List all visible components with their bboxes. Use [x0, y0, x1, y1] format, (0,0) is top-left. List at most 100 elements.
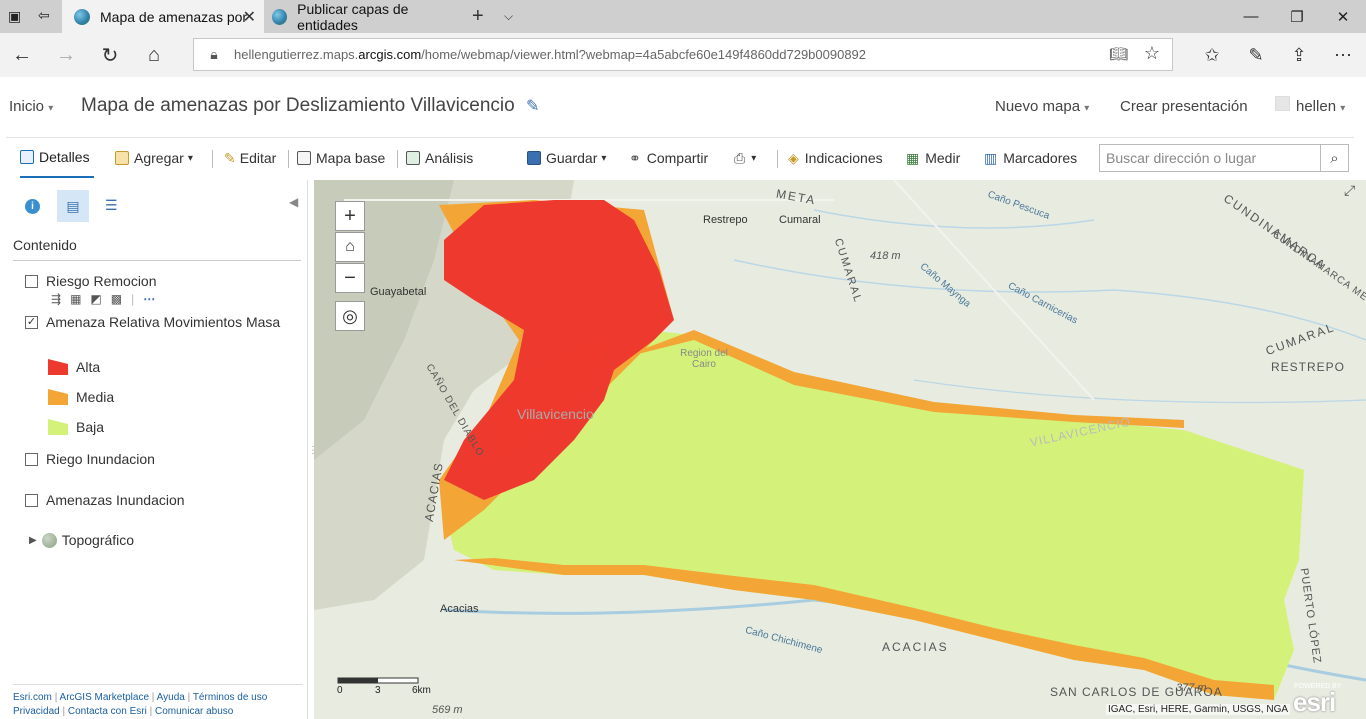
legend-label: Baja	[76, 419, 105, 435]
address-search-input[interactable]: Buscar dirección o lugar	[1099, 144, 1321, 172]
new-tab-icon[interactable]: +	[472, 5, 484, 28]
create-presentation-link[interactable]: Crear presentación	[1120, 98, 1248, 115]
restore-icon[interactable]: ❐	[1274, 0, 1320, 33]
measure-icon: ▦	[906, 149, 920, 166]
share-icon[interactable]: ⇪	[1277, 33, 1321, 77]
new-map-menu[interactable]: Nuevo mapa ▾	[995, 98, 1089, 115]
user-menu[interactable]: hellen ▾	[1296, 98, 1345, 115]
layer-checkbox[interactable]	[25, 274, 38, 288]
change-style-icon[interactable]: ◩	[90, 292, 101, 306]
forward-icon[interactable]: →	[44, 33, 88, 77]
attribute-table-icon[interactable]: ▦	[70, 292, 81, 306]
analysis-layer-icon[interactable]: ▩	[111, 292, 122, 306]
layer-checkbox[interactable]	[25, 493, 38, 507]
close-window-icon[interactable]: ✕	[1320, 0, 1366, 33]
map-label: RESTREPO	[1271, 360, 1346, 374]
browser-tab-strip: ▣ ⇦ Mapa de amenazas por ✕ Publicar capa…	[0, 0, 1366, 33]
legend-swatch-baja	[48, 419, 68, 435]
layer-checkbox[interactable]	[25, 452, 38, 466]
new-map-label: Nuevo mapa	[995, 98, 1081, 115]
map-title: Mapa de amenazas por Deslizamiento Villa…	[81, 95, 539, 117]
locate-icon[interactable]: ◎	[335, 301, 365, 331]
more-options-icon[interactable]: ⋯	[143, 292, 155, 306]
favorite-star-icon[interactable]: ☆	[1144, 43, 1160, 64]
legend-swatch-media	[48, 389, 68, 405]
footer-link[interactable]: Términos de uso	[193, 692, 267, 703]
minimize-icon[interactable]: —	[1228, 0, 1274, 33]
layer-riego-inundacion[interactable]: Riego Inundacion	[25, 451, 155, 467]
share-button[interactable]: ⚭ Compartir	[629, 138, 708, 178]
set-aside-tabs-icon[interactable]: ⇦	[38, 7, 50, 24]
close-tab-icon[interactable]: ✕	[243, 7, 256, 27]
fullscreen-icon[interactable]: ⤢	[1344, 182, 1355, 199]
expand-triangle-icon[interactable]: ▶	[29, 535, 37, 546]
tab-list-icon[interactable]: ⌵	[504, 9, 513, 24]
map-attribution: IGAC, Esri, HERE, Garmin, USGS, NGA	[1106, 704, 1291, 715]
add-button[interactable]: Agregar ▾	[115, 138, 193, 178]
refresh-icon[interactable]: ↻	[88, 33, 132, 77]
map-label: 418 m	[870, 250, 901, 262]
toolbar-divider	[288, 150, 289, 168]
measure-button[interactable]: ▦ Medir	[906, 138, 960, 178]
footer-link[interactable]: Esri.com	[13, 692, 52, 703]
basemap-button[interactable]: Mapa base	[297, 138, 385, 178]
save-button[interactable]: Guardar ▾	[527, 138, 606, 178]
map-view[interactable]: + ⌂ − ◎ ⤢ Guayabetal Restrepo Cumaral ME…	[314, 180, 1366, 719]
basemap-grid-icon	[297, 151, 311, 165]
zoom-out-button[interactable]: −	[335, 263, 365, 293]
chevron-down-icon: ▾	[48, 103, 54, 114]
layer-amenaza-relativa[interactable]: ✓ Amenaza Relativa Movimientos Masa	[25, 314, 280, 330]
footer-link[interactable]: Ayuda	[157, 692, 185, 703]
pen-icon[interactable]: ✎	[1234, 33, 1278, 77]
edit-button[interactable]: ✎ Editar	[224, 138, 276, 178]
footer-link[interactable]: Privacidad	[13, 706, 60, 717]
info-icon[interactable]: i	[25, 199, 40, 214]
legend-tab-icon[interactable]: ☰	[105, 197, 118, 214]
url-field[interactable]: 🔒︎ hellengutierrez.maps. arcgis.com/home/…	[193, 38, 1173, 71]
user-name: hellen	[1296, 98, 1337, 115]
home-icon[interactable]: ⌂	[132, 33, 176, 77]
app-header: Inicio ▾ Mapa de amenazas por Deslizamie…	[0, 77, 1366, 135]
legend-item-media: Media	[47, 388, 114, 406]
show-legend-icon[interactable]: ⇶	[51, 292, 61, 306]
analysis-button[interactable]: Análisis	[406, 138, 473, 178]
zoom-in-button[interactable]: +	[335, 201, 365, 231]
footer-link[interactable]: ArcGIS Marketplace	[60, 692, 149, 703]
footer-link[interactable]: Contacta con Esri	[68, 706, 147, 717]
more-icon[interactable]: ⋯	[1321, 33, 1365, 77]
map-label: Acacias	[440, 603, 479, 615]
layer-riesgo-remocion[interactable]: Riesgo Remocion	[25, 273, 157, 289]
avatar[interactable]	[1275, 96, 1290, 111]
tab-actions-icon[interactable]: ▣	[8, 8, 21, 25]
tab-publish-layers[interactable]: Publicar capas de entidades	[264, 0, 464, 33]
edit-title-icon[interactable]: ✎	[526, 98, 539, 115]
basemap-globe-icon	[41, 532, 57, 548]
legend-label: Media	[76, 389, 115, 405]
chevron-down-icon: ▾	[187, 152, 193, 164]
layer-amenazas-inundacion[interactable]: Amenazas Inundacion	[25, 492, 185, 508]
legend-label: Alta	[76, 359, 101, 375]
home-extent-icon[interactable]: ⌂	[335, 232, 365, 262]
share-label: Compartir	[646, 150, 709, 166]
layer-checkbox-checked[interactable]: ✓	[25, 315, 38, 329]
collapse-panel-icon[interactable]: ◀	[289, 195, 298, 209]
favorites-hub-icon[interactable]: ✩	[1190, 33, 1234, 77]
details-label: Detalles	[39, 149, 90, 165]
measure-label: Medir	[925, 150, 961, 166]
layer-actions: ⇶ ▦ ◩ ▩ | ⋯	[51, 292, 155, 306]
search-icon[interactable]: ⌕	[1321, 144, 1349, 172]
bookmarks-button[interactable]: ▥ Marcadores	[984, 138, 1077, 178]
contents-tab-icon[interactable]: ▤	[57, 190, 89, 222]
directions-button[interactable]: ◈ Indicaciones	[788, 138, 883, 178]
reading-view-icon[interactable]: 📖︎	[1109, 45, 1128, 63]
scale-label: 6km	[412, 685, 431, 696]
back-icon[interactable]: ←	[0, 33, 44, 77]
layer-topografico[interactable]: ▶ Topográfico	[29, 532, 134, 548]
print-button[interactable]: ⎙ ▾	[734, 138, 756, 178]
tab-active-map[interactable]: Mapa de amenazas por ✕	[62, 0, 264, 33]
footer-link[interactable]: Comunicar abuso	[155, 706, 233, 717]
home-menu[interactable]: Inicio ▾	[9, 98, 53, 115]
map-title-text: Mapa de amenazas por Deslizamiento Villa…	[81, 95, 515, 116]
basemap-label: Mapa base	[316, 150, 386, 166]
details-button[interactable]: Detalles	[20, 138, 94, 178]
